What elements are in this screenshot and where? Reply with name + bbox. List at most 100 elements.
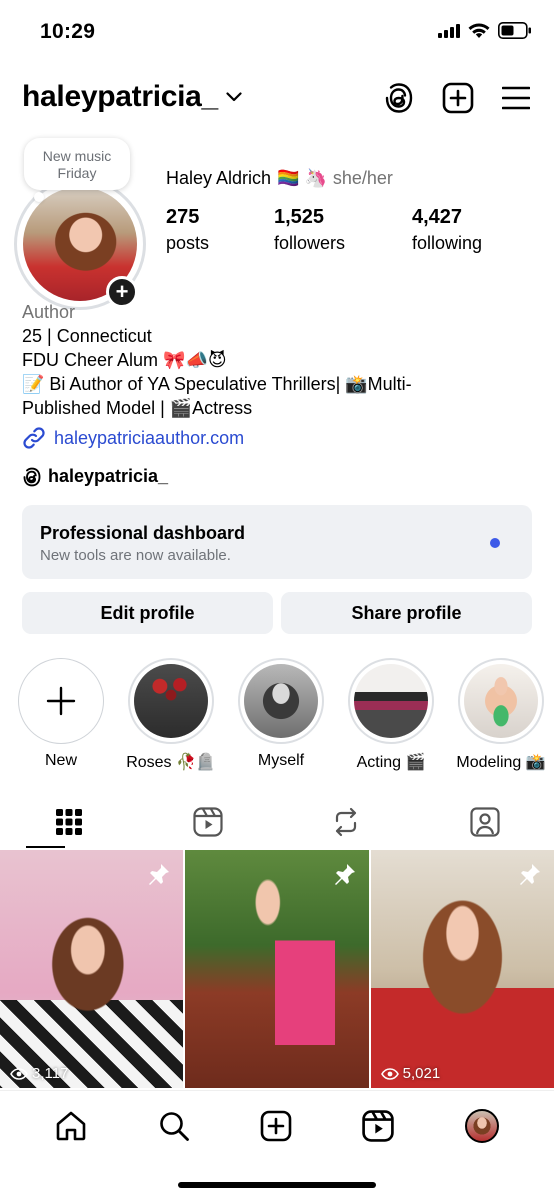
highlight-acting[interactable]: Acting 🎬 [348,658,434,772]
view-count: 3,117 [10,1065,68,1082]
search-icon[interactable] [158,1110,190,1142]
highlight-cover [354,664,428,738]
highlight-label: Roses 🥀🪦 [126,754,216,771]
post-thumbnail[interactable]: 3,117 [0,850,184,1088]
pin-icon [149,864,170,885]
bio-link[interactable]: haleypatriciaauthor.com [22,426,244,450]
bio-line: 📝 Bi Author of YA Speculative Thrillers|… [22,374,412,394]
highlight-new[interactable]: New [18,658,104,772]
highlight-circle [18,658,104,744]
highlight-label: Acting 🎬 [356,754,426,771]
reels-icon [193,807,223,837]
story-highlights: New Roses 🥀🪦 Myself Acting 🎬 Modeling 📸 [18,658,554,772]
highlight-cover [134,664,208,738]
stat-label: posts [166,233,210,253]
note-line-2: Friday [57,165,97,181]
home-indicator [178,1182,376,1188]
tab-reposts[interactable] [277,796,416,848]
highlight-modeling[interactable]: Modeling 📸 [456,658,546,772]
threads-handle: haleypatricia_ [48,466,169,486]
highlight-myself[interactable]: Myself [238,658,324,772]
tab-reels[interactable] [139,796,278,848]
highlight-label: Myself [257,752,305,769]
status-bar: 10:29 [0,0,554,64]
highlight-circle [348,658,434,744]
stat-followers[interactable]: 1,525 followers [274,206,412,254]
bio-line: FDU Cheer Alum 🎀📣😈 [22,350,227,370]
status-icons [438,22,532,39]
highlight-circle [238,658,324,744]
highlight-roses[interactable]: Roses 🥀🪦 [126,658,216,772]
username: haleypatricia_ [22,80,218,113]
cellular-signal-icon [438,23,460,38]
pronouns: she/her [332,168,393,188]
professional-dashboard[interactable]: Professional dashboard New tools are now… [22,505,532,579]
dashboard-title: Professional dashboard [40,523,246,543]
bottom-navigation [0,1090,554,1160]
tab-tagged[interactable] [416,796,554,848]
account-switcher[interactable]: haleypatricia_ [22,80,242,114]
profile-nav-avatar[interactable] [464,1108,499,1143]
display-name: Haley Aldrich [166,168,272,188]
threads-badge[interactable]: haleypatricia_ [22,466,168,487]
bio-category: Author [22,302,76,322]
name-emoji: 🏳️‍🌈 🦄 [277,168,327,188]
share-profile-button[interactable]: Share profile [281,592,532,634]
edit-profile-button[interactable]: Edit profile [22,592,273,634]
stat-number: 1,525 [274,206,325,228]
posts-grid: 3,117 5,021 [0,850,554,1088]
dashboard-subtitle: New tools are now available. [40,547,231,564]
content-tabs [0,796,554,848]
grid-icon [56,809,83,835]
threads-small-icon [23,467,41,486]
stat-label: followers [274,233,346,253]
view-count: 5,021 [380,1065,441,1082]
repost-icon [336,807,357,837]
header-actions [384,82,530,114]
post-thumbnail[interactable] [185,850,369,1088]
post-thumbnail[interactable]: 5,021 [370,850,554,1088]
create-post-icon[interactable] [442,82,474,114]
pin-icon [519,864,540,885]
chevron-down-icon [226,92,242,102]
bio-line: Published Model | 🎬Actress [22,398,253,418]
highlight-circle [458,658,544,744]
stat-number: 275 [166,206,200,228]
display-name-row: Haley Aldrich 🏳️‍🌈 🦄 she/her [166,168,393,189]
bio-line: 25 | Connecticut [22,326,152,346]
profile-header: haleypatricia_ [0,76,554,124]
tagged-person-icon [470,807,500,837]
bio: Author 25 | Connecticut FDU Cheer Alum 🎀… [22,300,542,420]
view-count-text: 5,021 [402,1065,441,1082]
profile-buttons: Edit profile Share profile [22,592,532,634]
battery-icon [498,22,531,39]
bio-link-text: haleypatriciaauthor.com [54,427,245,448]
stat-label: following [412,233,483,253]
highlight-label: New [44,752,77,769]
create-icon[interactable] [260,1110,292,1142]
highlight-cover [464,664,538,738]
notification-dot [490,538,500,548]
link-icon [23,427,45,449]
status-time: 10:29 [40,20,96,43]
stat-posts[interactable]: 275 posts [166,206,274,254]
note-bubble-tail [34,192,44,202]
stat-following[interactable]: 4,427 following [412,206,482,254]
threads-icon[interactable] [384,82,414,114]
eye-icon [380,1067,399,1080]
highlight-label: Modeling 📸 [456,754,546,771]
highlight-cover [244,664,318,738]
plus-icon [46,686,76,716]
reels-nav-icon[interactable] [362,1109,395,1142]
view-count-text: 3,117 [32,1065,69,1082]
profile-stats: 275 posts 1,525 followers 4,427 followin… [166,206,546,254]
menu-icon[interactable] [502,86,530,110]
tab-posts-grid[interactable] [0,796,139,848]
pin-icon [334,864,355,885]
stat-number: 4,427 [412,206,463,228]
wifi-icon [468,23,490,38]
highlight-circle [128,658,214,744]
note-bubble[interactable]: New music Friday [24,138,130,190]
home-icon[interactable] [55,1110,87,1142]
eye-icon [10,1067,28,1080]
